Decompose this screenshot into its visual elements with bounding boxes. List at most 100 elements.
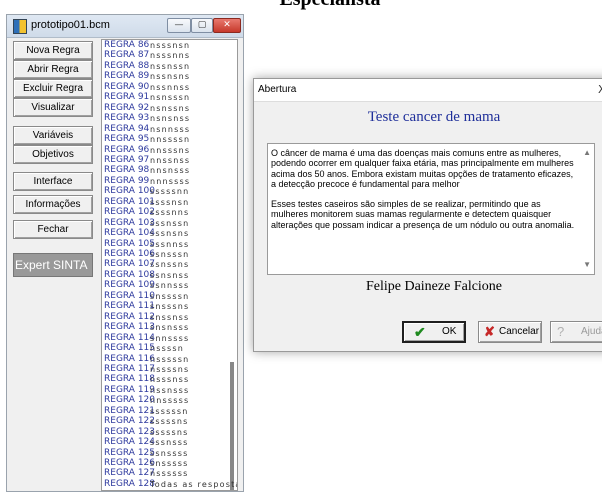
rule-name: REGRA 108 xyxy=(104,269,155,280)
rule-name: REGRA 125 xyxy=(104,447,155,458)
rule-name: REGRA 90 xyxy=(104,81,150,92)
description-memo[interactable]: O câncer de mama é uma das doenças mais … xyxy=(267,143,595,275)
rule-name: REGRA 109 xyxy=(104,280,155,291)
variaveis-button[interactable]: Variáveis xyxy=(13,126,93,145)
rule-name: REGRA 122 xyxy=(104,416,155,427)
help-label: Ajuda xyxy=(581,326,602,337)
rule-answers: nsssssn xyxy=(150,354,190,364)
rule-name: REGRA 97 xyxy=(104,154,150,165)
rule-answers: nsssnss xyxy=(150,375,190,385)
rule-answers: snssssn xyxy=(150,291,190,301)
informacoes-button[interactable]: Informações xyxy=(13,195,93,214)
rule-name: REGRA 113 xyxy=(104,322,155,333)
rule-name: REGRA 100 xyxy=(104,186,155,197)
rule-answers: nssnnss xyxy=(150,82,191,92)
memo-paragraph-1: O câncer de mama é uma das doenças mais … xyxy=(271,148,574,189)
interface-button[interactable]: Interface xyxy=(13,172,93,191)
rule-answers: Todas as resposta xyxy=(150,479,238,489)
rule-name: REGRA 103 xyxy=(104,217,155,228)
rule-answers: nssnssn xyxy=(150,61,191,71)
rule-answers: sssssns xyxy=(150,417,189,427)
app-icon xyxy=(13,19,27,34)
abertura-dialog: Abertura X Teste cancer de mama O câncer… xyxy=(253,78,602,352)
rule-name: REGRA 94 xyxy=(104,123,150,134)
rule-answers: ssnsssn xyxy=(150,250,190,259)
rule-answers: sssssnn xyxy=(150,187,190,197)
help-icon: ? xyxy=(557,324,565,339)
fechar-button[interactable]: Fechar xyxy=(13,220,93,239)
scroll-up-icon[interactable]: ▲ xyxy=(583,148,591,158)
rule-answers: ssssnns xyxy=(150,208,190,218)
author-name: Felipe Daineze Falcione xyxy=(365,279,503,294)
minimize-button[interactable]: — xyxy=(167,18,191,33)
objetivos-button[interactable]: Objetivos xyxy=(13,145,93,164)
main-window: prototipo01.bcm — ▢ ✕ Nova Regra Abrir R… xyxy=(6,14,244,492)
rule-name: REGRA 101 xyxy=(104,196,155,207)
rule-answers: nssnsss xyxy=(150,385,190,395)
rule-answers: nsnnsss xyxy=(150,124,191,134)
rule-name: REGRA 87 xyxy=(104,50,150,61)
abrir-regra-button[interactable]: Abrir Regra xyxy=(13,60,93,79)
visualizar-button[interactable]: Visualizar xyxy=(13,98,93,117)
page-heading: Especialista xyxy=(180,0,480,11)
rule-name: REGRA 120 xyxy=(104,395,155,406)
rule-answers: sssnsns xyxy=(150,229,190,239)
rule-answers: sssnnss xyxy=(150,239,190,249)
rule-answers: nnnssss xyxy=(150,176,191,186)
rule-name: REGRA 93 xyxy=(104,113,150,124)
rule-name: REGRA 110 xyxy=(104,290,155,301)
help-button[interactable]: ? Ajuda xyxy=(550,321,602,343)
rule-name: REGRA 114 xyxy=(104,332,155,343)
rule-name: REGRA 86 xyxy=(104,40,150,50)
nova-regra-button[interactable]: Nova Regra xyxy=(13,41,93,60)
rule-name: REGRA 112 xyxy=(104,311,155,322)
rule-answers: nnsssns xyxy=(150,145,191,155)
rule-answers: sssssns xyxy=(150,427,189,437)
check-icon: ✔ xyxy=(414,324,426,340)
list-scrollbar[interactable] xyxy=(230,362,234,490)
cancel-button[interactable]: ✘ Cancelar xyxy=(478,321,542,343)
rule-answers: snssnss xyxy=(150,312,190,322)
main-titlebar[interactable]: prototipo01.bcm — ▢ ✕ xyxy=(7,15,243,38)
rule-name: REGRA 116 xyxy=(104,353,155,364)
rule-answers: ssssssn xyxy=(150,406,189,416)
cancel-x-icon: ✘ xyxy=(484,324,495,339)
rule-name: REGRA 104 xyxy=(104,228,155,239)
rule-name: REGRA 127 xyxy=(104,468,155,479)
scroll-down-icon[interactable]: ▼ xyxy=(583,260,591,270)
close-button[interactable]: ✕ xyxy=(213,18,241,33)
ok-button[interactable]: ✔ OK xyxy=(402,321,466,343)
rule-name: REGRA 124 xyxy=(104,437,155,448)
rule-answers: ssnsnss xyxy=(150,270,190,280)
excluir-regra-button[interactable]: Excluir Regra xyxy=(13,79,93,98)
rule-name: REGRA 119 xyxy=(104,384,155,395)
dialog-titlebar[interactable]: Abertura X xyxy=(254,79,602,102)
rule-name: REGRA 88 xyxy=(104,60,150,71)
expert-sinta-logo: Expert SINTA xyxy=(13,253,93,277)
rule-name: REGRA 128 xyxy=(104,478,155,489)
rule-name: REGRA 91 xyxy=(104,92,150,103)
rule-answers: sssnsss xyxy=(150,438,189,448)
rule-answers: nsnsnss xyxy=(150,114,191,124)
rule-name: REGRA 121 xyxy=(104,405,155,416)
rule-answers: nnsnsss xyxy=(150,166,191,176)
rule-answers: ssnssns xyxy=(150,260,190,270)
rule-name: REGRA 95 xyxy=(104,134,150,145)
ok-label: OK xyxy=(442,326,457,337)
rule-answers: nsssnns xyxy=(150,51,191,61)
rules-list[interactable]: REGRA 86 nsssnsn REGRA 87 nsssnns REGRA 88 ns… xyxy=(101,39,238,491)
rule-name: REGRA 92 xyxy=(104,102,150,113)
dialog-heading: Teste cancer de mama xyxy=(367,109,501,125)
rule-answers: ssssnsn xyxy=(150,197,190,207)
rule-name: REGRA 98 xyxy=(104,165,150,176)
cancel-label: Cancelar xyxy=(499,326,540,337)
rule-answers: nsnsssn xyxy=(150,93,191,103)
rule-name: REGRA 118 xyxy=(104,374,155,385)
rule-name: REGRA 89 xyxy=(104,71,150,82)
rule-answers: nssssns xyxy=(150,364,190,374)
maximize-button[interactable]: ▢ xyxy=(191,18,213,33)
rule-answers: nnssnss xyxy=(150,155,191,165)
dialog-close-icon[interactable]: X xyxy=(598,83,602,96)
rule-answers: nssnsns xyxy=(150,72,191,82)
rule-name: REGRA 111 xyxy=(104,301,155,312)
